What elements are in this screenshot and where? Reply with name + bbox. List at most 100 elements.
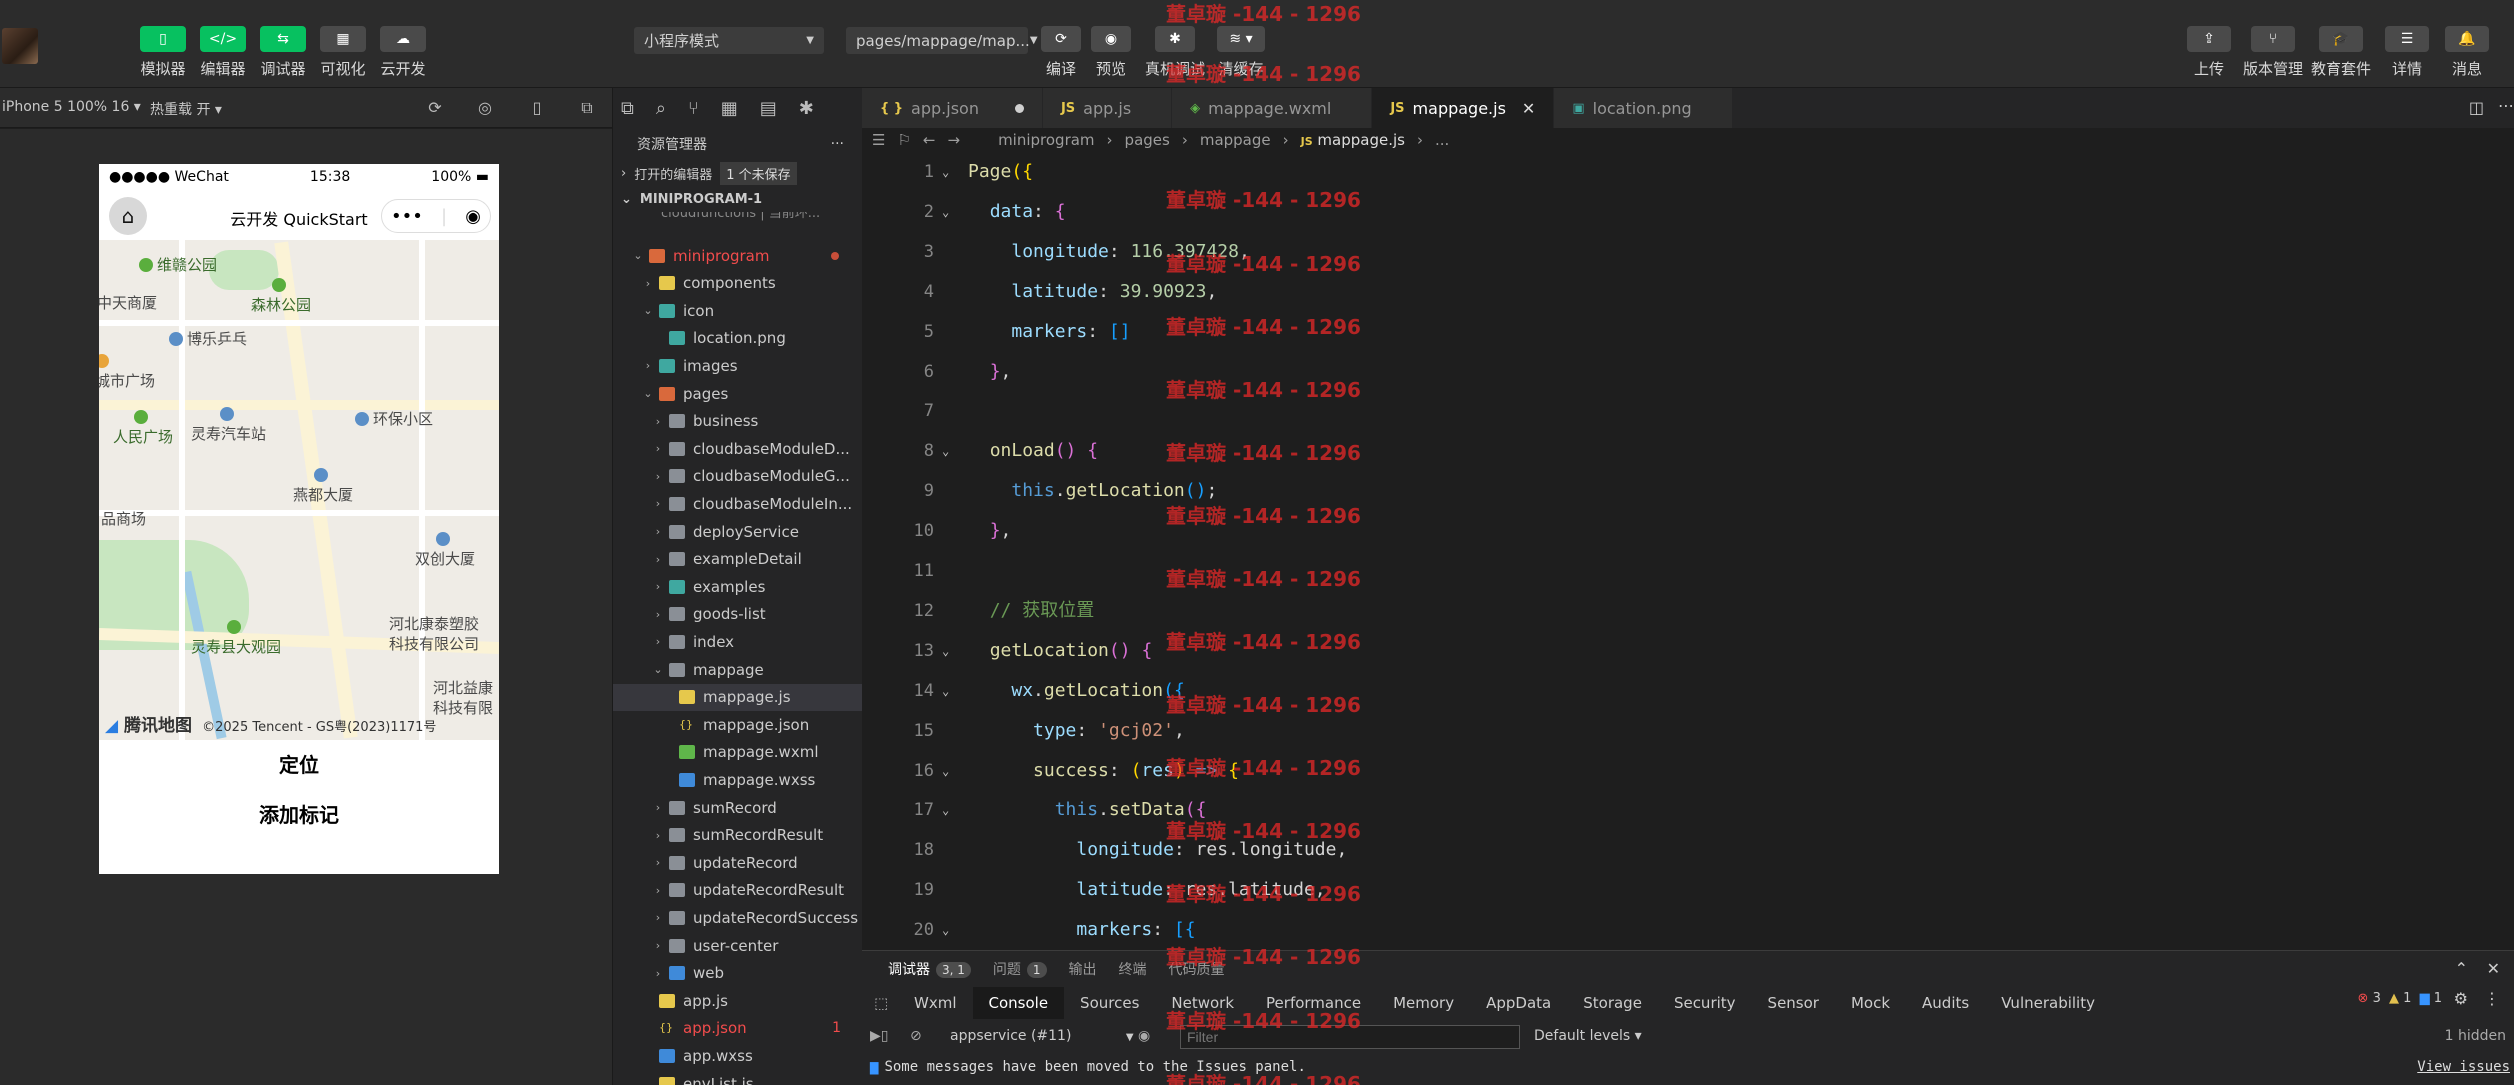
preview-button[interactable]: ◉ 预览 xyxy=(1074,26,1148,79)
tree-item[interactable]: › goods-list xyxy=(613,601,863,628)
tree-item[interactable]: › exampleDetail xyxy=(613,546,863,573)
tree-item[interactable]: › cloudbaseModuleIn... xyxy=(613,490,863,517)
devtools-tab[interactable]: Vulnerability xyxy=(1985,987,2111,1019)
hot-reload-toggle[interactable]: 热重载 开 ▾ xyxy=(150,99,222,119)
map-view[interactable]: 维赣公园 中天商厦 森林公园 博乐乒乓 城市广场 环保小区 人民广场 灵寿汽车站… xyxy=(99,240,499,740)
close-mini-icon[interactable]: ◉ xyxy=(465,206,481,227)
files-icon[interactable]: ⧉ xyxy=(621,98,634,119)
devtools-tab[interactable]: Console xyxy=(972,987,1065,1019)
search-icon[interactable]: ⌕ xyxy=(656,98,666,119)
code-line[interactable]: 4 latitude: 39.90923, xyxy=(862,272,2514,312)
code-line[interactable]: 16 ⌄ success: (res) => { xyxy=(862,751,2514,791)
breadcrumb-item[interactable]: mappage xyxy=(1200,131,1271,149)
tree-item[interactable]: {} mappage.json xyxy=(613,711,863,738)
code-line[interactable]: 1 ⌄ Page({ xyxy=(862,152,2514,192)
list-icon[interactable]: ☰ xyxy=(872,131,885,149)
panel-tab[interactable]: 问题 1 xyxy=(993,959,1047,979)
view-issues-link[interactable]: View issues xyxy=(2417,1059,2510,1075)
fold-icon[interactable]: ⌄ xyxy=(942,790,949,830)
locate-button[interactable]: 定位 xyxy=(99,740,499,790)
fold-icon[interactable]: ⌄ xyxy=(942,431,949,471)
code-area[interactable]: 1 ⌄ Page({2 ⌄ data: {3 longitude: 116.39742… xyxy=(862,152,2514,950)
inspect-icon[interactable]: ⬚ xyxy=(874,994,898,1012)
map-poi[interactable]: 环保小区 xyxy=(355,408,433,429)
levels-select[interactable]: Default levels ▾ xyxy=(1534,1028,1642,1044)
breadcrumb-item[interactable]: ... xyxy=(1435,131,1449,149)
map-poi[interactable]: 灵寿汽车站 xyxy=(191,405,266,444)
debug-icon[interactable]: ✱ xyxy=(799,98,814,119)
editor-tab[interactable]: JS app.js xyxy=(1042,88,1173,128)
devtools-tab[interactable]: Network xyxy=(1155,987,1250,1019)
code-line[interactable]: 6 }, xyxy=(862,352,2514,392)
fold-icon[interactable]: ⌄ xyxy=(942,631,949,671)
map-poi[interactable]: 品商场 xyxy=(101,508,146,529)
fold-icon[interactable]: ⌄ xyxy=(942,910,949,950)
tree-item[interactable]: › index xyxy=(613,628,863,655)
fold-icon[interactable]: ⌄ xyxy=(942,192,949,232)
tree-item[interactable]: › sumRecord xyxy=(613,794,863,821)
panel-tab[interactable]: 调试器 3, 1 xyxy=(888,959,971,979)
fold-icon[interactable]: ⌄ xyxy=(942,152,949,192)
tree-item[interactable]: › examples xyxy=(613,573,863,600)
clear-console-icon[interactable]: ⊘ xyxy=(910,1028,922,1044)
devtools-tab[interactable]: Memory xyxy=(1377,987,1470,1019)
code-line[interactable]: 11 xyxy=(862,551,2514,591)
cloud-button[interactable]: ☁ 云开发 xyxy=(366,26,440,79)
tree-item[interactable]: app.js xyxy=(613,987,863,1014)
code-line[interactable]: 5 markers: [] xyxy=(862,312,2514,352)
detach-icon[interactable]: ⧉ xyxy=(576,97,598,119)
devtools-tab[interactable]: Audits xyxy=(1906,987,1985,1019)
map-poi[interactable]: 河北康泰塑胶 科技有限公司 xyxy=(389,614,479,654)
code-line[interactable]: 18 longitude: res.longitude, xyxy=(862,830,2514,870)
tree-item[interactable]: location.png xyxy=(613,325,863,352)
bookmark-icon[interactable]: ⚐ xyxy=(897,131,910,149)
panel-tab[interactable]: 代码质量 xyxy=(1169,959,1225,979)
extensions-icon[interactable]: ▦ xyxy=(721,98,738,119)
editor-tab[interactable]: { } app.json xyxy=(862,88,1043,128)
code-line[interactable]: 15 type: 'gcj02', xyxy=(862,711,2514,751)
refresh-icon[interactable]: ⟳ xyxy=(424,97,446,119)
mode-select[interactable]: 小程序模式 ▼ xyxy=(634,27,824,54)
panel-tab[interactable]: 输出 xyxy=(1069,959,1097,979)
code-line[interactable]: 7 xyxy=(862,391,2514,431)
dashboard-icon[interactable]: ▤ xyxy=(760,98,777,119)
remote-debug-button[interactable]: ✱ 真机调试 xyxy=(1138,26,1212,79)
map-poi[interactable]: 中天商厦 xyxy=(99,292,157,313)
panel-tab[interactable]: 终端 xyxy=(1119,959,1147,979)
code-line[interactable]: 20 ⌄ markers: [{ xyxy=(862,910,2514,950)
code-line[interactable]: 3 longitude: 116.397428, xyxy=(862,232,2514,272)
close-icon[interactable]: ✕ xyxy=(1522,99,1535,118)
code-line[interactable]: 14 ⌄ wx.getLocation({ xyxy=(862,671,2514,711)
code-line[interactable]: 17 ⌄ this.setData({ xyxy=(862,790,2514,830)
edu-kit-button[interactable]: 🎓 教育套件 xyxy=(2304,26,2378,79)
tree-item[interactable]: {} app.json 1 xyxy=(613,1015,863,1042)
map-poi[interactable]: 双创大厦 xyxy=(415,530,475,569)
devtools-tab[interactable]: AppData xyxy=(1470,987,1567,1019)
tree-item[interactable]: ⌄ miniprogram xyxy=(613,242,863,269)
sidebar-toggle-icon[interactable]: ▶▯ xyxy=(870,1028,888,1044)
more-icon[interactable]: ••• xyxy=(391,206,423,227)
tree-item[interactable]: mappage.js xyxy=(613,683,863,711)
editor-tab[interactable]: ◈ mappage.wxml xyxy=(1172,88,1373,128)
version-button[interactable]: ⑂ 版本管理 xyxy=(2236,26,2310,79)
devtools-tab[interactable]: Wxml xyxy=(898,987,973,1019)
split-editor-icon[interactable]: ◫ xyxy=(2469,98,2484,117)
close-icon[interactable]: ✕ xyxy=(2487,959,2500,978)
editor-tab[interactable]: ▣ location.png xyxy=(1554,88,1733,128)
clear-cache-button[interactable]: ≋ ▾ 清缓存 xyxy=(1204,26,1278,79)
fold-icon[interactable]: ⌄ xyxy=(942,751,949,791)
device-select[interactable]: iPhone 5 100% 16 ▾ xyxy=(2,99,141,115)
code-line[interactable]: 9 this.getLocation(); xyxy=(862,471,2514,511)
editor-tab[interactable]: JS mappage.js ✕ xyxy=(1372,88,1555,128)
eye-icon[interactable]: ◉ xyxy=(1138,1028,1150,1044)
tree-item[interactable]: mappage.wxss xyxy=(613,766,863,793)
map-poi[interactable]: 燕都大厦 xyxy=(293,466,353,505)
page-select[interactable]: pages/mappage/map... ▼ xyxy=(846,27,1038,54)
tree-item[interactable]: › web xyxy=(613,960,863,987)
context-select[interactable]: appservice (#11) ▼ xyxy=(950,1028,1134,1044)
issue-counts[interactable]: ⊗ 3 ▲ 1 ▆ 1 xyxy=(2358,991,2442,1006)
map-poi[interactable]: 城市广场 xyxy=(99,352,155,391)
map-poi[interactable]: 灵寿县大观园 xyxy=(191,618,281,657)
user-avatar[interactable] xyxy=(2,28,38,64)
stop-icon[interactable]: ◎ xyxy=(474,97,496,119)
